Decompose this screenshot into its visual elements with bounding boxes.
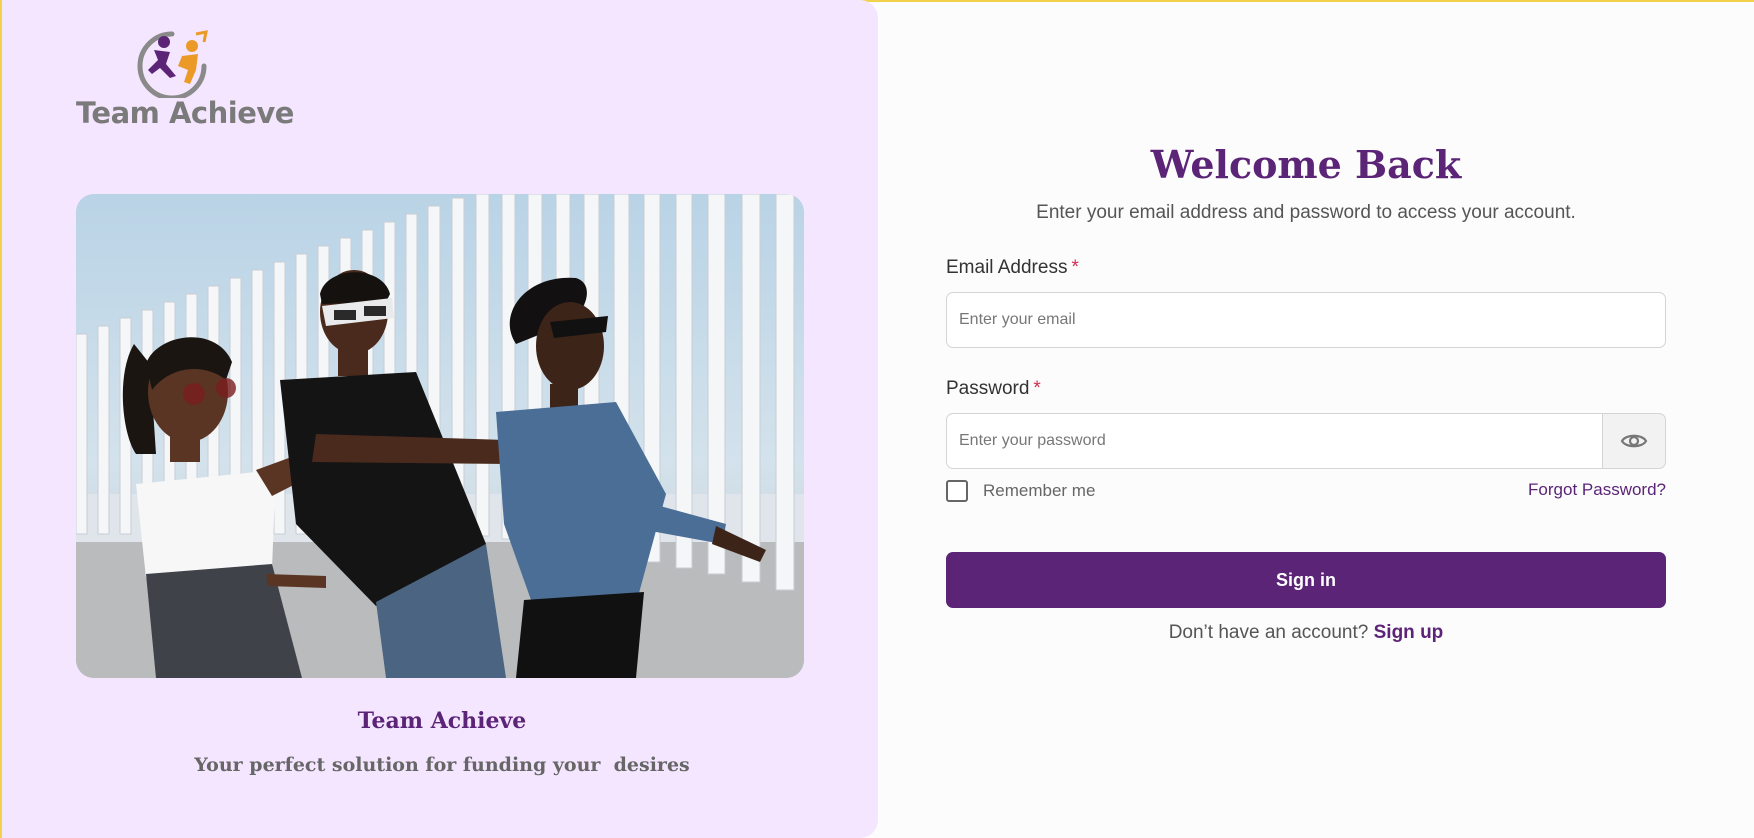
logo-text: Team Achieve xyxy=(76,96,294,130)
sign-in-button[interactable]: Sign in xyxy=(946,552,1666,608)
email-field[interactable] xyxy=(946,292,1666,348)
logo[interactable]: Team Achieve xyxy=(76,28,294,132)
page-subtitle: Enter your email address and password to… xyxy=(1036,202,1576,223)
brand-tagline: Your perfect solution for funding your d… xyxy=(194,754,690,776)
password-label-text: Password xyxy=(946,378,1030,399)
required-asterisk: * xyxy=(1071,257,1079,278)
page-title: Welcome Back xyxy=(1150,142,1462,187)
sign-up-link[interactable]: Sign up xyxy=(1374,622,1444,643)
team-achieve-logo-icon xyxy=(137,30,208,98)
forgot-password-link[interactable]: Forgot Password? xyxy=(1528,480,1666,500)
toggle-password-visibility-button[interactable] xyxy=(1602,413,1666,469)
remember-me[interactable]: Remember me xyxy=(946,479,1095,503)
remember-me-checkbox[interactable] xyxy=(946,480,968,502)
brand-panel: Team Achieve Team Achieve Your perfect s… xyxy=(2,0,878,838)
hero-photo xyxy=(76,194,804,678)
password-label: Password * xyxy=(946,378,1041,400)
email-label-text: Email Address xyxy=(946,257,1068,278)
signup-prompt-text: Don’t have an account? xyxy=(1168,622,1369,643)
signup-prompt: Don’t have an account? Sign up xyxy=(946,622,1666,644)
login-form: Welcome Back Enter your email address an… xyxy=(946,0,1666,838)
email-label: Email Address * xyxy=(946,257,1079,279)
required-asterisk: * xyxy=(1033,378,1041,399)
password-field[interactable] xyxy=(946,413,1603,469)
brand-title: Team Achieve xyxy=(357,708,527,734)
password-group xyxy=(946,413,1666,469)
eye-icon xyxy=(1620,434,1648,448)
remember-me-label[interactable]: Remember me xyxy=(983,481,1095,501)
